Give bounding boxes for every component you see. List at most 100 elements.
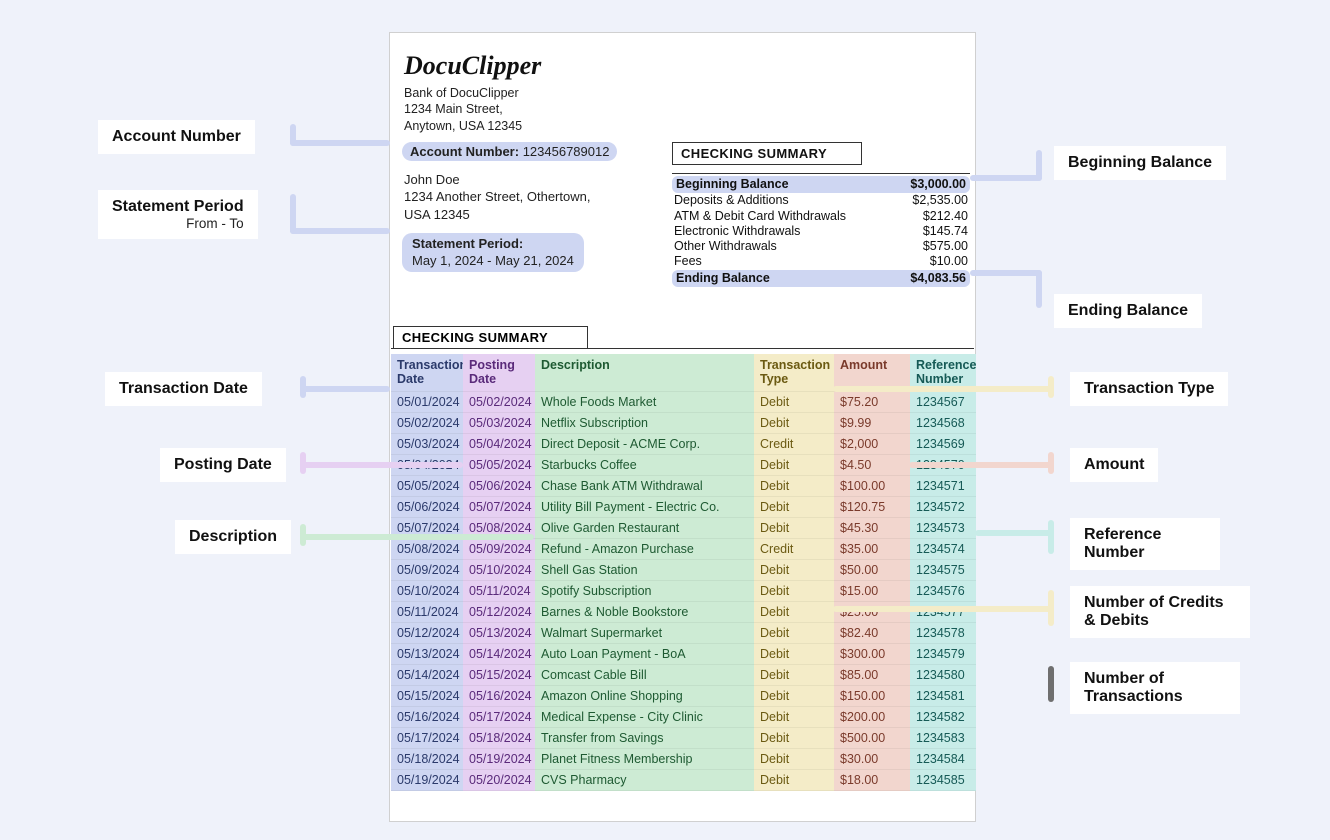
cell-amount: $120.75 [834,497,910,518]
cell-description: Medical Expense - City Clinic [535,707,754,728]
callout-amount: Amount [1070,448,1158,482]
cell-reference-number: 1234583 [910,728,976,749]
callout-label: Number of Credits & Debits [1084,594,1224,629]
table-row: 05/09/202405/10/2024Shell Gas StationDeb… [391,560,976,581]
cell-transaction-type: Debit [754,770,834,791]
cell-amount: $82.40 [834,623,910,644]
statement-period-label: Statement Period: [412,236,574,252]
summary-other: Other Withdrawals $575.00 [672,239,970,254]
cell-transaction-date: 05/09/2024 [391,560,463,581]
summary-row-value: $145.74 [923,224,968,239]
cell-transaction-date: 05/19/2024 [391,770,463,791]
table-row: 05/02/202405/03/2024Netflix Subscription… [391,413,976,434]
cell-transaction-date: 05/03/2024 [391,434,463,455]
cell-posting-date: 05/20/2024 [463,770,535,791]
cell-transaction-date: 05/06/2024 [391,497,463,518]
table-row: 05/17/202405/18/2024Transfer from Saving… [391,728,976,749]
summary-ending-balance: Ending Balance $4,083.56 [672,270,970,287]
cell-amount: $85.00 [834,665,910,686]
cell-posting-date: 05/03/2024 [463,413,535,434]
cell-description: Planet Fitness Membership [535,749,754,770]
cell-amount: $9.99 [834,413,910,434]
cell-posting-date: 05/06/2024 [463,476,535,497]
cell-transaction-date: 05/12/2024 [391,623,463,644]
table-row: 05/16/202405/17/2024Medical Expense - Ci… [391,707,976,728]
cell-amount: $150.00 [834,686,910,707]
account-number-value: 123456789012 [523,144,610,159]
cell-description: Refund - Amazon Purchase [535,539,754,560]
cell-reference-number: 1234570 [910,455,976,476]
callout-ending-balance: Ending Balance [1054,294,1202,328]
table-row: 05/12/202405/13/2024Walmart SupermarketD… [391,623,976,644]
table-row: 05/08/202405/09/2024Refund - Amazon Purc… [391,539,976,560]
callout-reference-number: Reference Number [1070,518,1220,570]
table-row: 05/07/202405/08/2024Olive Garden Restaur… [391,518,976,539]
cell-description: Starbucks Coffee [535,455,754,476]
cell-posting-date: 05/07/2024 [463,497,535,518]
cell-transaction-type: Debit [754,749,834,770]
account-number-label: Account Number: [410,144,519,159]
cell-amount: $4.50 [834,455,910,476]
col-description: Description [535,354,754,392]
customer-address: John Doe 1234 Another Street, Othertown,… [400,171,630,224]
checking-summary-title: CHECKING SUMMARY [672,142,862,165]
table-row: 05/15/202405/16/2024Amazon Online Shoppi… [391,686,976,707]
cell-posting-date: 05/16/2024 [463,686,535,707]
cell-description: Comcast Cable Bill [535,665,754,686]
summary-row-label: Deposits & Additions [674,193,789,208]
summary-row-value: $3,000.00 [910,177,966,192]
cell-reference-number: 1234572 [910,497,976,518]
cell-description: Walmart Supermarket [535,623,754,644]
cell-description: Spotify Subscription [535,581,754,602]
cell-description: Whole Foods Market [535,392,754,413]
cell-description: Auto Loan Payment - BoA [535,644,754,665]
cell-posting-date: 05/15/2024 [463,665,535,686]
cell-posting-date: 05/19/2024 [463,749,535,770]
customer-line1: 1234 Another Street, Othertown, [404,188,630,206]
callout-label: Amount [1084,456,1144,473]
summary-rows: Beginning Balance $3,000.00 Deposits & A… [672,173,970,287]
table-row: 05/14/202405/15/2024Comcast Cable BillDe… [391,665,976,686]
cell-description: Olive Garden Restaurant [535,518,754,539]
callout-credits-debits: Number of Credits & Debits [1070,586,1250,638]
cell-description: Barnes & Noble Bookstore [535,602,754,623]
summary-row-label: Fees [674,254,702,269]
cell-reference-number: 1234567 [910,392,976,413]
cell-reference-number: 1234585 [910,770,976,791]
callout-label: Transaction Type [1084,380,1214,397]
table-row: 05/05/202405/06/2024Chase Bank ATM Withd… [391,476,976,497]
cell-transaction-date: 05/17/2024 [391,728,463,749]
callout-label: Account Number [112,128,241,145]
cell-posting-date: 05/17/2024 [463,707,535,728]
bank-address: Bank of DocuClipper 1234 Main Street, An… [400,85,965,134]
cell-posting-date: 05/02/2024 [463,392,535,413]
cell-transaction-type: Debit [754,560,834,581]
customer-line2: USA 12345 [404,206,630,224]
cell-transaction-type: Debit [754,392,834,413]
callout-label: Reference Number [1084,526,1161,561]
callout-transaction-type: Transaction Type [1070,372,1228,406]
cell-transaction-type: Credit [754,539,834,560]
cell-amount: $18.00 [834,770,910,791]
callout-statement-period: Statement Period From - To [98,190,258,239]
cell-posting-date: 05/14/2024 [463,644,535,665]
callout-posting-date: Posting Date [160,448,286,482]
cell-transaction-date: 05/16/2024 [391,707,463,728]
cell-transaction-type: Debit [754,644,834,665]
callout-num-transactions: Number of Transactions [1070,662,1240,714]
summary-row-value: $2,535.00 [912,193,968,208]
summary-row-value: $575.00 [923,239,968,254]
summary-row-label: Other Withdrawals [674,239,777,254]
bank-line2: Anytown, USA 12345 [404,118,965,134]
callout-label: Beginning Balance [1068,154,1212,171]
cell-transaction-type: Debit [754,497,834,518]
cell-amount: $50.00 [834,560,910,581]
cell-reference-number: 1234580 [910,665,976,686]
callout-transaction-date: Transaction Date [105,372,262,406]
col-transaction-date: Transaction Date [391,354,463,392]
cell-description: Chase Bank ATM Withdrawal [535,476,754,497]
cell-posting-date: 05/04/2024 [463,434,535,455]
summary-fees: Fees $10.00 [672,254,970,269]
table-header-row: Transaction Date Posting Date Descriptio… [391,354,976,392]
callout-description: Description [175,520,291,554]
